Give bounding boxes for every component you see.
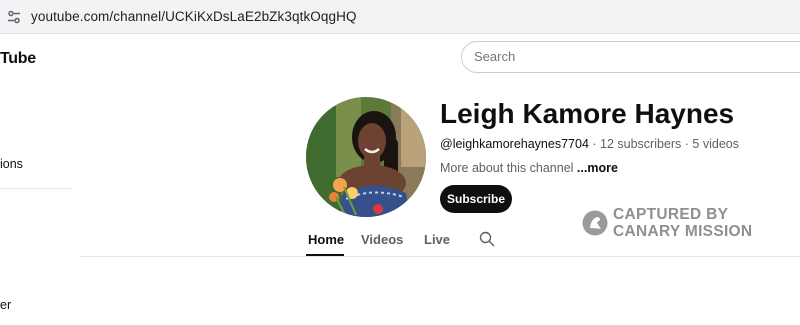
browser-address-bar[interactable]: youtube.com/channel/UCKiKxDsLaE2bZk3qtkO… — [0, 0, 800, 34]
search-input[interactable] — [474, 49, 794, 64]
subscriber-count: 12 subscribers — [600, 137, 682, 151]
sidebar-item-subscriptions[interactable]: ions — [0, 157, 23, 171]
sidebar-item-partial[interactable]: er — [0, 298, 11, 312]
tab-live[interactable]: Live — [424, 232, 450, 247]
sidebar-divider — [0, 188, 72, 189]
canary-mission-watermark: CAPTURED BY CANARY MISSION — [582, 205, 752, 241]
watermark-line2: CANARY MISSION — [613, 223, 753, 240]
youtube-logo[interactable]: Tube — [0, 50, 36, 68]
about-text[interactable]: More about this channel — [440, 161, 573, 175]
search-box[interactable] — [461, 41, 800, 73]
tab-videos[interactable]: Videos — [361, 232, 403, 247]
watermark-line1: CAPTURED BY — [613, 206, 729, 223]
subscribe-button[interactable]: Subscribe — [440, 185, 512, 213]
meta-separator: · — [681, 137, 693, 151]
avatar-photo — [306, 97, 426, 217]
tabs-divider — [80, 256, 800, 257]
more-link[interactable]: ...more — [577, 161, 618, 175]
channel-meta: @leighkamorehaynes7704 · 12 subscribers … — [440, 137, 739, 151]
watermark-text: CAPTURED BY CANARY MISSION — [613, 206, 752, 240]
channel-name: Leigh Kamore Haynes — [440, 98, 735, 129]
channel-handle: @leighkamorehaynes7704 — [440, 137, 589, 151]
search-icon[interactable] — [479, 231, 495, 247]
channel-about[interactable]: More about this channel ...more — [440, 161, 618, 175]
meta-separator: · — [588, 137, 601, 151]
tab-home[interactable]: Home — [308, 232, 344, 247]
channel-avatar[interactable] — [306, 97, 426, 217]
address-url[interactable]: youtube.com/channel/UCKiKxDsLaE2bZk3qtkO… — [31, 9, 357, 24]
video-count: 5 videos — [692, 137, 739, 151]
tune-icon[interactable] — [6, 9, 22, 25]
canary-bird-icon — [582, 210, 608, 236]
